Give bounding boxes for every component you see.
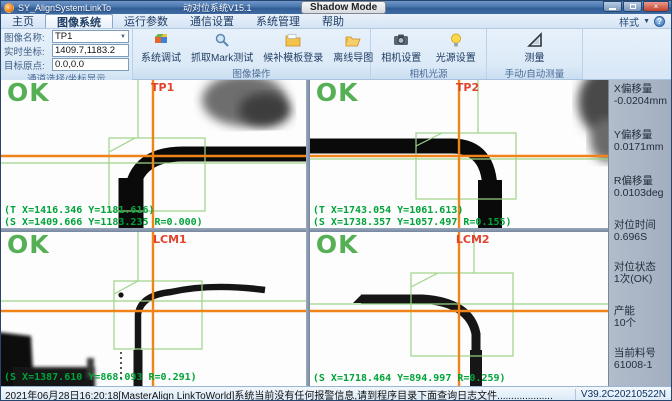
camera-settings-label: 相机设置 [381, 49, 421, 64]
close-button[interactable]: × [643, 1, 669, 12]
group-title-image-ops: 图像操作 [133, 67, 370, 79]
window-controls: × [603, 1, 669, 12]
template-register-button[interactable]: 候补模板登录 [258, 31, 328, 65]
coordinate-readout-lcm2: (S X=1718.464 Y=894.997 R=0.259) [313, 373, 506, 385]
maximize-button[interactable] [623, 1, 642, 12]
status-badge: OK [316, 80, 359, 107]
target-origin-field[interactable]: 0.0,0.0 [52, 58, 129, 71]
status-badge: OK [7, 232, 50, 259]
shadow-mode-tooltip: Shadow Mode [301, 1, 386, 14]
actual-coords: (S X=1387.610 Y=868.093 R=0.291) [4, 372, 197, 384]
light-settings-label: 光源设置 [436, 49, 476, 64]
results-sidebar: X偏移量-0.0204mm Y偏移量0.0171mm R偏移量0.0103deg… [608, 80, 671, 386]
camera-view-lcm2[interactable]: OK LCM2 (S X=1718.464 Y=894.997 R=0.259) [310, 232, 608, 386]
system-debug-label: 系统调试 [141, 49, 181, 64]
system-debug-button[interactable]: 系统调试 [136, 31, 186, 65]
ribbon-group-measure: 测量 手动/自动测量 [487, 29, 583, 79]
minimize-icon [609, 8, 616, 10]
y-offset-metric: Y偏移量0.0171mm [614, 130, 664, 153]
throughput-metric: 产能10个 [614, 306, 636, 329]
maximize-icon [630, 4, 636, 9]
menu-bar: 主页 图像系统 运行参数 通信设置 系统管理 帮助 样式 ▼ ? [1, 14, 671, 29]
ribbon-group-channel: 图像名称: TP1 ▼ 实时坐标: 1409.7,1183.2 目标原点: [1, 29, 133, 79]
image-name-label: 图像名称: [4, 30, 52, 44]
camera-view-tp2[interactable]: OK TP2 (T X=1743.054 Y=1061.613) (S X=17… [310, 80, 608, 228]
camera-label-tp2: TP2 [456, 81, 479, 94]
target-coords: (T X=1416.346 Y=1181.616) [4, 205, 203, 217]
realtime-coord-value: 1409.7,1183.2 [55, 45, 115, 56]
light-bulb-icon [448, 32, 464, 48]
tab-run-params[interactable]: 运行参数 [113, 14, 179, 28]
status-message: 2021年06月28日16:20:18[MasterAlign LinkToWo… [1, 387, 575, 401]
coordinate-readout-tp2: (T X=1743.054 Y=1061.613) (S X=1738.357 … [313, 205, 512, 228]
ribbon-toolbar: 图像名称: TP1 ▼ 实时坐标: 1409.7,1183.2 目标原点: [1, 29, 671, 80]
camera-label-tp1: TP1 [151, 81, 174, 94]
align-status-metric: 对位状态1次(OK) [614, 262, 656, 285]
camera-view-tp1[interactable]: OK TP1 (T X=1416.346 Y=1181.616) (S X=14… [1, 80, 306, 228]
magnifier-icon [214, 32, 230, 48]
coordinate-readout-tp1: (T X=1416.346 Y=1181.616) (S X=1409.666 … [4, 205, 203, 228]
minimize-button[interactable] [603, 1, 622, 12]
chevron-down-icon[interactable]: ▼ [643, 18, 650, 25]
tab-home[interactable]: 主页 [1, 14, 45, 28]
title-bar: SY_AlignSystemLinkTo 动对位系统V15.1 Shadow M… [1, 1, 671, 14]
realtime-coord-field[interactable]: 1409.7,1183.2 [52, 44, 129, 57]
actual-coords: (S X=1738.357 Y=1057.497 R=0.155) [313, 217, 512, 229]
image-name-select[interactable]: TP1 ▼ [52, 30, 129, 43]
dropdown-arrow-icon[interactable]: ▼ [120, 34, 126, 40]
status-badge: OK [316, 232, 359, 259]
grab-mark-test-button[interactable]: 抓取Mark测试 [186, 31, 258, 65]
target-origin-label: 目标原点: [4, 58, 52, 72]
part-number-metric: 当前料号61008-1 [614, 348, 656, 371]
camera-view-lcm1[interactable]: OK LCM1 (S X=1387.610 Y=868.093 R=0.291) [1, 232, 306, 386]
folder-icon [285, 32, 301, 48]
app-logo-icon [4, 3, 14, 13]
group-title-measure: 手动/自动测量 [487, 67, 582, 79]
app-window: SY_AlignSystemLinkTo 动对位系统V15.1 Shadow M… [0, 0, 672, 401]
set-square-icon [527, 32, 543, 48]
actual-coords: (S X=1409.666 Y=1183.235 R=0.000) [4, 217, 203, 229]
help-icon[interactable]: ? [654, 16, 665, 27]
camera-icon [393, 32, 409, 48]
camera-settings-button[interactable]: 相机设置 [376, 31, 426, 65]
x-offset-metric: X偏移量-0.0204mm [614, 84, 667, 107]
window-title-left: SY_AlignSystemLinkTo [18, 3, 111, 13]
tab-help[interactable]: 帮助 [311, 14, 355, 28]
offline-map-label: 离线导图 [333, 49, 373, 64]
actual-coords: (S X=1718.464 Y=894.997 R=0.259) [313, 373, 506, 385]
measure-button[interactable]: 测量 [520, 31, 550, 65]
status-badge: OK [7, 80, 50, 107]
open-folder-icon [345, 32, 361, 48]
template-register-label: 候补模板登录 [263, 49, 323, 64]
tab-comm-settings[interactable]: 通信设置 [179, 14, 245, 28]
realtime-coord-label: 实时坐标: [4, 44, 52, 58]
camera-label-lcm1: LCM1 [153, 233, 187, 246]
version-text: V39.2C20210522N [575, 389, 671, 400]
light-settings-button[interactable]: 光源设置 [431, 31, 481, 65]
group-title-camera-light: 相机光源 [371, 67, 486, 79]
camera-label-lcm2: LCM2 [456, 233, 490, 246]
close-icon: × [654, 3, 659, 11]
cube-icon [153, 32, 169, 48]
target-coords: (T X=1743.054 Y=1061.613) [313, 205, 512, 217]
ribbon-group-camera-light: 相机设置 光源设置 相机光源 [371, 29, 487, 79]
measure-label: 测量 [525, 49, 545, 64]
tab-system-mgmt[interactable]: 系统管理 [245, 14, 311, 28]
align-time-metric: 对位时间0.696S [614, 220, 656, 243]
image-name-value: TP1 [55, 31, 72, 42]
r-offset-metric: R偏移量0.0103deg [614, 176, 664, 199]
tab-image-system[interactable]: 图像系统 [45, 14, 113, 28]
camera-grid: OK TP1 (T X=1416.346 Y=1181.616) (S X=14… [1, 80, 671, 386]
target-origin-value: 0.0,0.0 [55, 59, 84, 70]
coordinate-readout-lcm1: (S X=1387.610 Y=868.093 R=0.291) [4, 372, 197, 384]
style-menu[interactable]: 样式 [619, 14, 639, 29]
grab-mark-test-label: 抓取Mark测试 [191, 49, 253, 64]
ribbon-group-image-ops: 系统调试 抓取Mark测试 候补模板登录 [133, 29, 371, 79]
status-bar: 2021年06月28日16:20:18[MasterAlign LinkToWo… [1, 386, 671, 401]
